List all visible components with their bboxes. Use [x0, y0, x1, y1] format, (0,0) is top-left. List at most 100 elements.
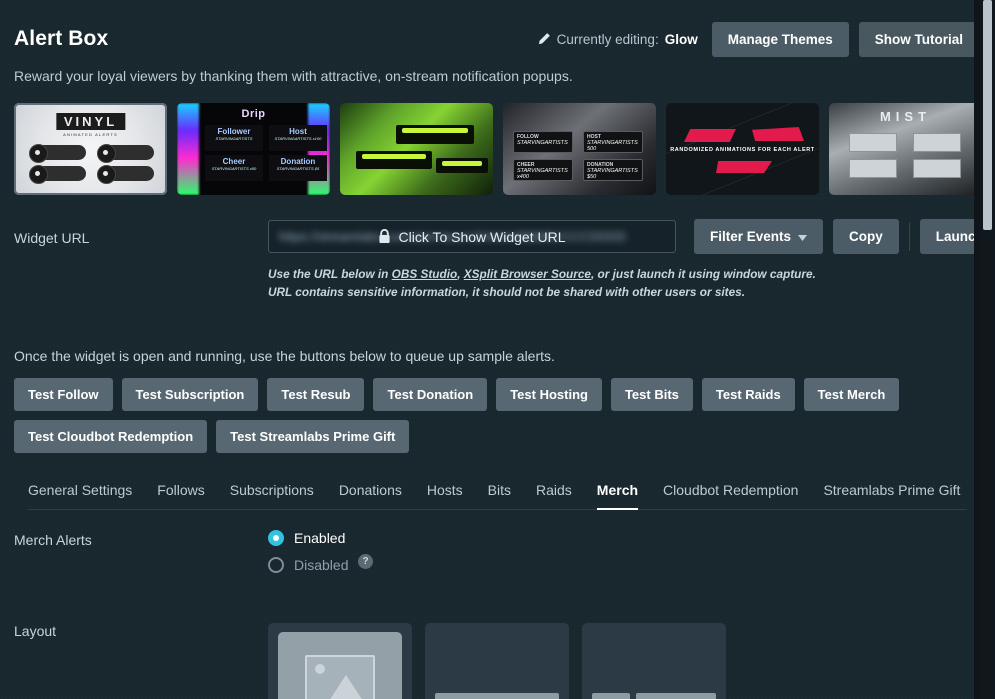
obs-studio-link[interactable]: OBS Studio — [392, 267, 458, 281]
tab-donations[interactable]: Donations — [339, 482, 402, 509]
theme-card-grayscale[interactable]: FOLLOW STARVINGARTISTS HOST STARVINGARTIST… — [503, 103, 656, 195]
theme-drip-title: Drip — [241, 108, 266, 120]
red-caption: RANDOMIZED ANIMATIONS FOR EACH ALERT — [670, 147, 815, 153]
manage-themes-button[interactable]: Manage Themes — [711, 21, 849, 57]
grey-cell: HOST STARVINGARTISTS 500 — [583, 131, 643, 153]
mist-cell — [849, 133, 897, 152]
tab-general-settings[interactable]: General Settings — [28, 482, 132, 509]
grey-cell-sub: STARVINGARTISTS x400 — [517, 168, 568, 180]
radio-enabled-label: Enabled — [294, 529, 346, 546]
red-slash — [684, 129, 736, 142]
widget-url-actions: Filter Events Copy Launch — [694, 219, 995, 254]
test-merch-button[interactable]: Test Merch — [803, 377, 900, 411]
grey-cell-sub: STARVINGARTISTS 500 — [587, 140, 638, 152]
merch-alerts-row: Merch Alerts Enabled Disabled ? — [0, 510, 995, 573]
layout-option-image-split[interactable] — [582, 622, 726, 699]
test-streamlabs-prime-gift-button[interactable]: Test Streamlabs Prime Gift — [216, 419, 410, 453]
merch-alerts-radio-group: Enabled Disabled ? — [268, 529, 373, 573]
currently-editing: Currently editing: Glow — [537, 32, 698, 47]
tab-subscriptions[interactable]: Subscriptions — [230, 482, 314, 509]
green-alert-highlight — [442, 161, 482, 166]
test-donation-button[interactable]: Test Donation — [373, 377, 488, 411]
red-slash — [716, 161, 772, 173]
test-hosting-button[interactable]: Test Hosting — [496, 377, 602, 411]
theme-vinyl-title: VINYL — [55, 113, 126, 130]
green-alert-highlight — [402, 128, 468, 133]
image-dot — [315, 664, 325, 675]
layout-option-image-above[interactable] — [268, 622, 412, 699]
vinyl-record-icon — [29, 165, 86, 184]
xsplit-link[interactable]: XSplit Browser Source — [464, 267, 591, 281]
drip-cell-label: Cheer — [222, 157, 246, 166]
test-cloudbot-redemption-button[interactable]: Test Cloudbot Redemption — [14, 419, 208, 453]
test-alerts-lead: Once the widget is open and running, use… — [14, 347, 555, 364]
test-buttons-row-1: Test Follow Test Subscription Test Resub… — [14, 377, 981, 411]
drip-cell: Host STARVINGARTISTS x100 — [269, 125, 327, 151]
widget-url-note-line-1: Use the URL below in OBS Studio, XSplit … — [268, 265, 995, 283]
drip-cell: Cheer STARVINGARTISTS x50 — [205, 155, 263, 181]
radio-disabled[interactable] — [268, 556, 284, 573]
drip-cell-sub: STARVINGARTISTS x50 — [211, 166, 257, 171]
test-bits-button[interactable]: Test Bits — [610, 377, 693, 411]
radio-enabled[interactable] — [268, 529, 284, 546]
theme-gallery: VINYL ANIMATED ALERTS Drip Follower STARV… — [0, 84, 995, 195]
merch-alerts-enabled-option[interactable]: Enabled — [268, 529, 348, 546]
tab-cloudbot-redemption[interactable]: Cloudbot Redemption — [663, 482, 798, 509]
copy-button[interactable]: Copy — [833, 219, 899, 254]
widget-url-section: Widget URL https://streamlabs.com/alert-… — [0, 195, 995, 302]
tab-merch[interactable]: Merch — [596, 482, 639, 510]
test-subscription-button[interactable]: Test Subscription — [121, 377, 259, 411]
widget-url-input[interactable]: https://streamlabs.com/alert-box/v3/AAAA… — [268, 220, 676, 253]
red-slash — [752, 127, 804, 141]
vinyl-record-icon — [97, 144, 154, 163]
scrollbar-thumb[interactable] — [983, 0, 992, 230]
test-alert-buttons: Test Follow Test Subscription Test Resub… — [0, 364, 995, 453]
widget-url-notes: Use the URL below in OBS Studio, XSplit … — [268, 254, 995, 302]
image-placeholder-icon — [305, 655, 375, 699]
show-tutorial-button[interactable]: Show Tutorial — [858, 21, 979, 57]
vinyl-record-icon — [97, 165, 154, 184]
test-raids-button[interactable]: Test Raids — [701, 377, 795, 411]
test-buttons-row-2: Test Cloudbot Redemption Test Streamlabs… — [14, 419, 981, 453]
green-alert-bar — [436, 158, 488, 173]
radio-disabled-label: Disabled — [294, 556, 349, 573]
theme-mist-title: MIST — [879, 109, 932, 124]
merch-alerts-disabled-option[interactable]: Disabled — [268, 556, 349, 573]
tab-follows[interactable]: Follows — [157, 482, 204, 509]
tab-streamlabs-prime-gift[interactable]: Streamlabs Prime Gift — [823, 482, 960, 509]
theme-card-drip[interactable]: Drip Follower STARVINGARTISTS Host STARVIN… — [177, 103, 330, 195]
tab-bits[interactable]: Bits — [488, 482, 511, 509]
drip-cell-label: Follower — [217, 127, 251, 136]
note-text-c: , or just launch it using window capture… — [590, 267, 816, 281]
page-scrollbar[interactable] — [980, 0, 995, 699]
test-resub-button[interactable]: Test Resub — [267, 377, 365, 411]
test-follow-button[interactable]: Test Follow — [14, 377, 113, 411]
widget-url-label: Widget URL — [14, 230, 90, 246]
settings-tabs: General Settings Follows Subscriptions D… — [28, 462, 967, 510]
theme-card-vinyl[interactable]: VINYL ANIMATED ALERTS — [14, 103, 167, 195]
widget-url-note-line-2: URL contains sensitive information, it s… — [268, 285, 745, 300]
drip-cell-sub: STARVINGARTISTS $5 — [276, 166, 320, 171]
help-icon[interactable]: ? — [358, 553, 373, 569]
layout-option-image-left[interactable] — [425, 622, 569, 699]
current-theme-name: Glow — [664, 31, 698, 47]
mist-cell — [849, 159, 897, 178]
page-subtitle: Reward your loyal viewers by thanking th… — [14, 68, 573, 84]
layout-row: Layout — [0, 573, 995, 699]
action-divider — [908, 222, 910, 251]
drip-cell: Donation STARVINGARTISTS $5 — [269, 155, 327, 181]
tab-raids[interactable]: Raids — [536, 482, 572, 509]
layout-preview-split-right — [636, 692, 716, 699]
layout-options — [268, 622, 726, 699]
theme-card-mist[interactable]: MIST — [829, 103, 982, 195]
vinyl-record-icon — [29, 144, 86, 163]
theme-card-red-slash[interactable]: RANDOMIZED ANIMATIONS FOR EACH ALERT — [666, 103, 819, 195]
theme-card-toxic-green[interactable] — [340, 103, 493, 195]
drip-cell-sub: STARVINGARTISTS — [215, 136, 253, 141]
tab-hosts[interactable]: Hosts — [427, 482, 463, 509]
merch-alerts-label: Merch Alerts — [14, 531, 92, 548]
filter-events-button[interactable]: Filter Events — [694, 219, 824, 254]
widget-url-cta-label: Click To Show Widget URL — [398, 228, 566, 245]
drip-cell-label: Host — [289, 127, 307, 136]
green-alert-bar — [396, 125, 474, 144]
